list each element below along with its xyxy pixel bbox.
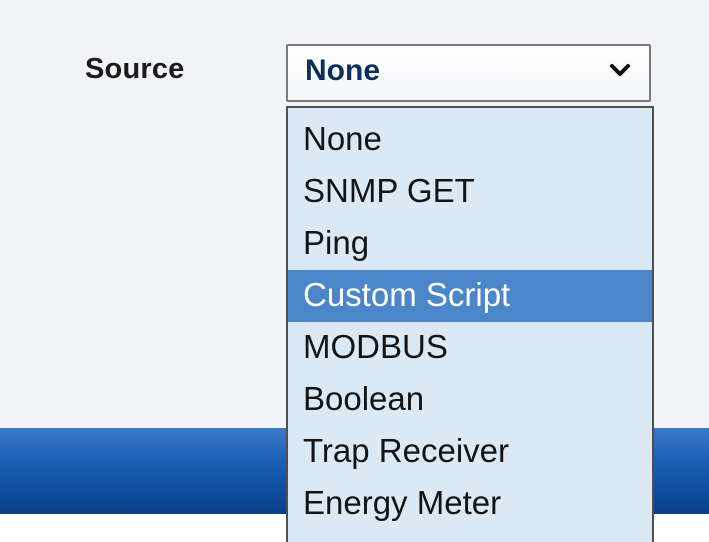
option-none[interactable]: None bbox=[288, 114, 652, 166]
source-label: Source bbox=[85, 53, 185, 85]
option-snmp-get[interactable]: SNMP GET bbox=[288, 166, 652, 218]
source-dropdown-list: None SNMP GET Ping Custom Script MODBUS … bbox=[286, 106, 654, 542]
source-select[interactable]: None bbox=[286, 44, 651, 102]
option-ping[interactable]: Ping bbox=[288, 218, 652, 270]
option-trap-receiver[interactable]: Trap Receiver bbox=[288, 426, 652, 478]
chevron-down-icon bbox=[610, 64, 630, 76]
option-energy-meter[interactable]: Energy Meter bbox=[288, 478, 652, 530]
option-custom-script[interactable]: Custom Script bbox=[288, 270, 652, 322]
source-select-value: None bbox=[305, 54, 380, 87]
option-boolean[interactable]: Boolean bbox=[288, 374, 652, 426]
option-modbus[interactable]: MODBUS bbox=[288, 322, 652, 374]
